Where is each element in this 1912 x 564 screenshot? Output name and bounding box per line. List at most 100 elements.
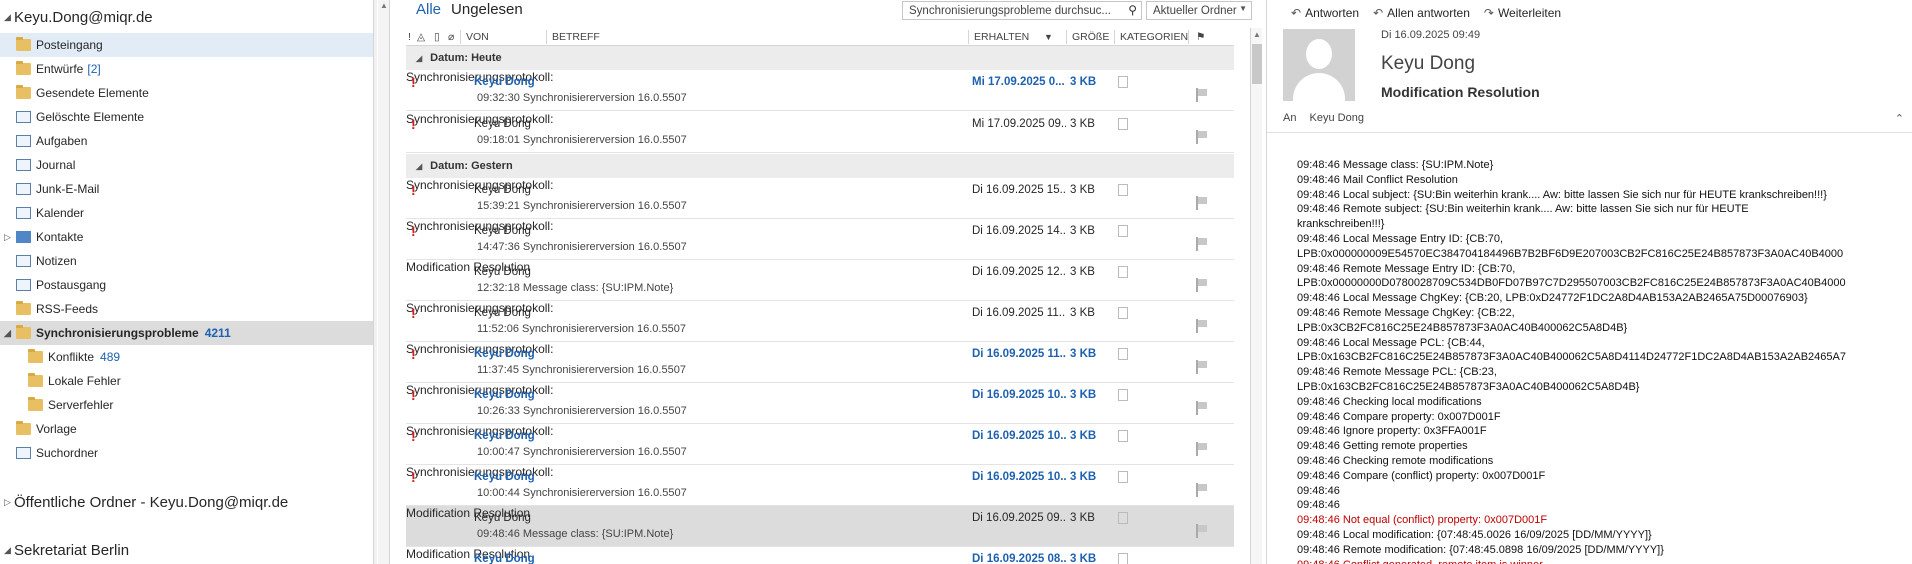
flag-icon[interactable]: [1196, 237, 1208, 251]
category-box[interactable]: [1118, 553, 1128, 564]
folder-item[interactable]: Junk-E-Mail: [0, 177, 374, 201]
message-row[interactable]: Keyu Dong Modification Resolution 09:48:46…: [406, 506, 1234, 547]
collapse-triangle-icon[interactable]: ◢: [4, 328, 14, 339]
forward-button[interactable]: ↷ Weiterleiten: [1484, 6, 1561, 20]
attachment-column-icon[interactable]: ⌀: [448, 31, 454, 43]
collapse-header-icon[interactable]: ⌃: [1895, 112, 1904, 125]
flag-icon[interactable]: [1196, 196, 1208, 210]
folder-item[interactable]: Postausgang: [0, 273, 374, 297]
category-box[interactable]: [1118, 389, 1128, 401]
message-list-scrollbar[interactable]: ▲: [1250, 28, 1262, 564]
folder-item[interactable]: Entwürfe [2]: [0, 57, 374, 81]
log-line: 09:48:46 Remote Message PCL: {CB:23,: [1297, 366, 1497, 379]
message-row[interactable]: ! Keyu Dong Synchronisierungsprotokoll: 10:…: [406, 383, 1234, 424]
category-box[interactable]: [1118, 225, 1128, 237]
expand-triangle-icon[interactable]: ▷: [4, 497, 14, 508]
reply-all-button[interactable]: ↶ Allen antworten: [1373, 6, 1470, 20]
folder-item[interactable]: Journal: [0, 153, 374, 177]
folder-item[interactable]: Lokale Fehler: [0, 369, 374, 393]
flag-icon[interactable]: [1196, 278, 1208, 292]
collapse-triangle-icon[interactable]: ◢: [4, 545, 14, 556]
category-box[interactable]: [1118, 307, 1128, 319]
folder-item[interactable]: Notizen: [0, 249, 374, 273]
forward-label: Weiterleiten: [1497, 6, 1562, 20]
scroll-up-icon[interactable]: ▲: [379, 1, 389, 13]
importance-column-icon[interactable]: !: [408, 31, 411, 43]
expand-triangle-icon[interactable]: ▷: [4, 232, 14, 243]
column-categories[interactable]: KATEGORIEN: [1120, 31, 1188, 43]
folder-item[interactable]: Gesendete Elemente: [0, 81, 374, 105]
reply-button[interactable]: ↶ Antworten: [1291, 6, 1359, 20]
scroll-thumb[interactable]: [1252, 44, 1262, 84]
flag-icon[interactable]: [1196, 360, 1208, 374]
folder-item[interactable]: Konflikte 489: [0, 345, 374, 369]
column-subject[interactable]: BETREFF: [552, 31, 600, 43]
message-row[interactable]: ! Keyu Dong Synchronisierungsprotokoll: 09:…: [406, 70, 1234, 111]
message-row[interactable]: Keyu Dong Modification Resolution 12:32:18…: [406, 260, 1234, 301]
date-group-header[interactable]: ◢ Datum: Gestern: [406, 154, 1234, 178]
category-box[interactable]: [1118, 118, 1128, 130]
sender-name[interactable]: Keyu Dong: [1381, 53, 1475, 75]
folder-item[interactable]: Vorlage: [0, 417, 374, 441]
folder-label: Postausgang: [36, 278, 107, 292]
search-icon[interactable]: ⚲: [1128, 3, 1137, 17]
sort-descending-icon[interactable]: ▼: [1044, 32, 1053, 42]
folder-item[interactable]: Gelöschte Elemente: [0, 105, 374, 129]
avatar[interactable]: [1283, 29, 1355, 101]
tab-all[interactable]: Alle: [416, 1, 441, 18]
column-size[interactable]: GRÖßE: [1072, 31, 1109, 43]
folder-item[interactable]: ▷ Kontakte: [0, 225, 374, 249]
folder-scrollbar[interactable]: ▲: [378, 0, 390, 564]
flag-icon[interactable]: [1196, 524, 1208, 538]
message-row[interactable]: ! Keyu Dong Synchronisierungsprotokoll: 10:…: [406, 465, 1234, 506]
chevron-down-icon[interactable]: ▼: [1239, 4, 1247, 13]
to-recipient[interactable]: Keyu Dong: [1310, 112, 1364, 124]
flag-icon[interactable]: [1196, 442, 1208, 456]
reminder-column-icon[interactable]: ◬: [417, 31, 425, 43]
message-row[interactable]: ! Keyu Dong Synchronisierungsprotokoll: 14:…: [406, 219, 1234, 260]
folder-item[interactable]: RSS-Feeds: [0, 297, 374, 321]
search-scope-dropdown[interactable]: Aktueller Ordner ▼: [1146, 1, 1252, 20]
shared-mailbox-header[interactable]: ◢ Sekretariat Berlin: [4, 542, 129, 559]
message-row[interactable]: Keyu Dong Modification Resolution Di 16.09…: [406, 547, 1234, 564]
collapse-triangle-icon[interactable]: ◢: [416, 162, 422, 171]
tab-unread[interactable]: Ungelesen: [451, 1, 523, 18]
message-row[interactable]: ! Keyu Dong Synchronisierungsprotokoll: 11:…: [406, 342, 1234, 383]
folder-item[interactable]: Aufgaben: [0, 129, 374, 153]
type-column-icon[interactable]: ▯: [434, 31, 440, 43]
date-group-header[interactable]: ◢ Datum: Heute: [406, 46, 1234, 70]
folder-item[interactable]: Serverfehler: [0, 393, 374, 417]
pane-splitter[interactable]: [373, 0, 377, 564]
flag-icon[interactable]: [1196, 130, 1208, 144]
sent-icon: [16, 85, 31, 99]
category-box[interactable]: [1118, 512, 1128, 524]
column-from[interactable]: VON: [466, 31, 489, 43]
column-received[interactable]: ERHALTEN: [974, 31, 1029, 43]
message-row[interactable]: ! Keyu Dong Synchronisierungsprotokoll: 10:…: [406, 424, 1234, 465]
category-box[interactable]: [1118, 184, 1128, 196]
message-row[interactable]: ! Keyu Dong Synchronisierungsprotokoll: 09:…: [406, 112, 1234, 153]
folder-item[interactable]: Suchordner: [0, 441, 374, 465]
category-box[interactable]: [1118, 266, 1128, 278]
category-box[interactable]: [1118, 76, 1128, 88]
category-box[interactable]: [1118, 430, 1128, 442]
account-header[interactable]: ◢ Keyu.Dong@miqr.de: [4, 9, 153, 26]
category-box[interactable]: [1118, 348, 1128, 360]
scroll-up-icon[interactable]: ▲: [1252, 30, 1262, 39]
folder-item[interactable]: Kalender: [0, 201, 374, 225]
message-row[interactable]: ! Keyu Dong Synchronisierungsprotokoll: 11:…: [406, 301, 1234, 342]
collapse-triangle-icon[interactable]: ◢: [416, 54, 422, 63]
folder-item[interactable]: ◢ Synchronisierungsprobleme 4211: [0, 321, 374, 345]
message-row[interactable]: ! Keyu Dong Synchronisierungsprotokoll: 15:…: [406, 178, 1234, 219]
folder-item[interactable]: Posteingang: [0, 33, 374, 57]
search-input[interactable]: Synchronisierungsprobleme durchsuc... ⚲: [902, 1, 1142, 20]
flag-icon[interactable]: [1196, 401, 1208, 415]
flag-column-icon[interactable]: ⚑: [1196, 31, 1205, 43]
flag-icon[interactable]: [1196, 88, 1208, 102]
category-box[interactable]: [1118, 471, 1128, 483]
public-folders-header[interactable]: ▷ Öffentliche Ordner - Keyu.Dong@miqr.de: [4, 494, 288, 511]
collapse-triangle-icon[interactable]: ◢: [4, 12, 14, 23]
flag-icon[interactable]: [1196, 483, 1208, 497]
message-from: Keyu Dong: [474, 118, 531, 130]
flag-icon[interactable]: [1196, 319, 1208, 333]
